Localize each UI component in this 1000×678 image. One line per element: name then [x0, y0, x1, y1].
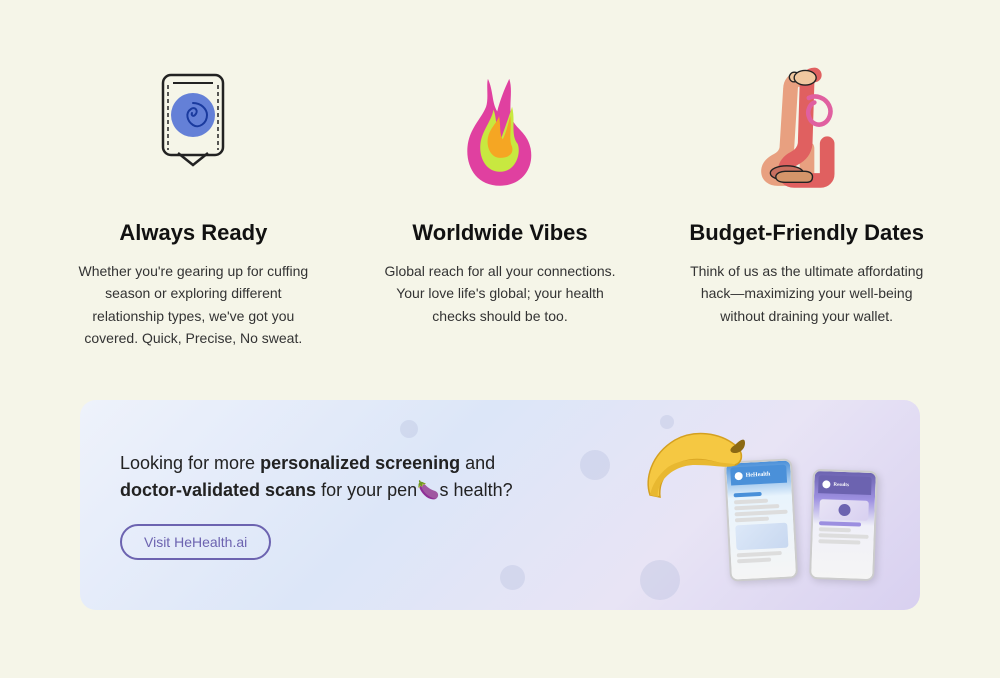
always-ready-title: Always Ready [119, 220, 267, 246]
visit-hehealth-button[interactable]: Visit HeHealth.ai [120, 524, 271, 560]
condom-icon-area [138, 50, 248, 210]
deco-circle-3 [500, 565, 525, 590]
worldwide-vibes-title: Worldwide Vibes [412, 220, 587, 246]
flame-icon [445, 65, 555, 195]
condom-icon [138, 65, 248, 195]
banner-bold-2: doctor-validated scans [120, 480, 316, 500]
banner-wrapper: Looking for more personalized screening … [40, 390, 960, 640]
worldwide-vibes-desc: Global reach for all your connections. Y… [377, 260, 624, 327]
legs-icon [752, 65, 862, 195]
flame-icon-area [445, 50, 555, 210]
banner-bold-1: personalized screening [260, 453, 460, 473]
banner-image-area: HeHealth [540, 430, 880, 580]
deco-circle-1 [400, 420, 418, 438]
always-ready-desc: Whether you're gearing up for cuffing se… [70, 260, 317, 350]
banana-icon [630, 425, 750, 515]
banner-section: Looking for more personalized screening … [80, 400, 920, 610]
legs-icon-area [752, 50, 862, 210]
phone-mockup-2: Results [807, 470, 880, 580]
budget-friendly-title: Budget-Friendly Dates [689, 220, 924, 246]
banner-text: Looking for more personalized screening … [120, 450, 540, 504]
feature-worldwide-vibes: Worldwide Vibes Global reach for all you… [347, 50, 654, 327]
page-container: Always Ready Whether you're gearing up f… [0, 0, 1000, 640]
features-section: Always Ready Whether you're gearing up f… [40, 30, 960, 390]
budget-friendly-desc: Think of us as the ultimate affordating … [683, 260, 930, 327]
feature-budget-friendly: Budget-Friendly Dates Think of us as the… [653, 50, 960, 327]
banner-text-area: Looking for more personalized screening … [120, 450, 540, 560]
feature-always-ready: Always Ready Whether you're gearing up f… [40, 50, 347, 350]
